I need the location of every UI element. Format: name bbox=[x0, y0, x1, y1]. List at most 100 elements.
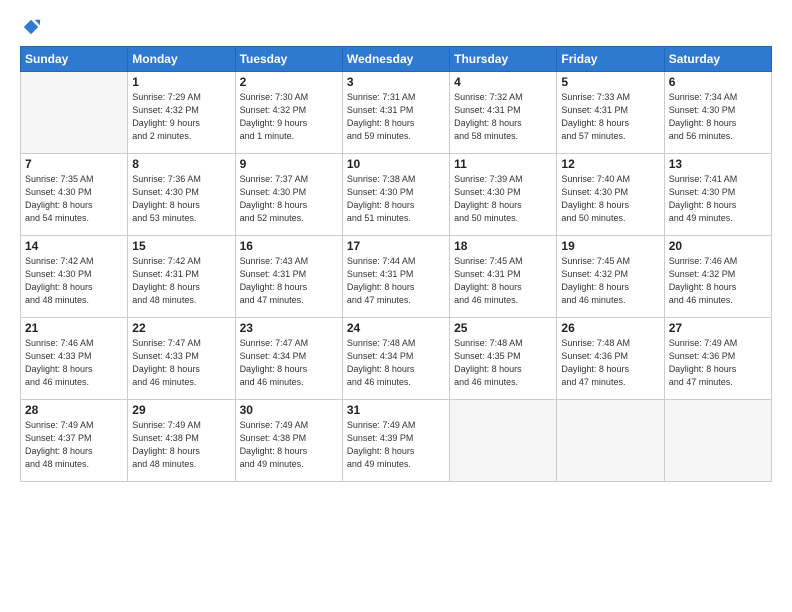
day-number: 15 bbox=[132, 239, 230, 253]
day-info: Sunrise: 7:40 AM Sunset: 4:30 PM Dayligh… bbox=[561, 173, 659, 225]
day-number: 5 bbox=[561, 75, 659, 89]
col-sunday: Sunday bbox=[21, 47, 128, 72]
table-row: 25Sunrise: 7:48 AM Sunset: 4:35 PM Dayli… bbox=[450, 318, 557, 400]
calendar-week-row: 21 Sunrise: 7:46 AM Sunset: 4:33 PM Dayli… bbox=[21, 318, 772, 400]
table-row: 22 Sunrise: 7:47 AM Sunset: 4:33 PM Dayli… bbox=[128, 318, 235, 400]
day-number: 24 bbox=[347, 321, 445, 335]
day-number: 2 bbox=[240, 75, 338, 89]
day-info: Sunrise: 7:47 AM Sunset: 4:33 PM Dayligh… bbox=[132, 337, 230, 389]
calendar-table: Sunday Monday Tuesday Wednesday Thursday… bbox=[20, 46, 772, 482]
table-row: 7 Sunrise: 7:35 AM Sunset: 4:30 PM Daylig… bbox=[21, 154, 128, 236]
day-info: Sunrise: 7:49 AM Sunset: 4:38 PM Dayligh… bbox=[132, 419, 230, 471]
calendar-week-row: 1Sunrise: 7:29 AM Sunset: 4:32 PM Daylig… bbox=[21, 72, 772, 154]
table-row bbox=[450, 400, 557, 482]
table-row: 1Sunrise: 7:29 AM Sunset: 4:32 PM Daylig… bbox=[128, 72, 235, 154]
table-row: 11 Sunrise: 7:39 AM Sunset: 4:30 PM Dayli… bbox=[450, 154, 557, 236]
day-info: Sunrise: 7:48 AM Sunset: 4:35 PM Dayligh… bbox=[454, 337, 552, 389]
day-info: Sunrise: 7:47 AM Sunset: 4:34 PM Dayligh… bbox=[240, 337, 338, 389]
table-row: 2Sunrise: 7:30 AM Sunset: 4:32 PM Daylig… bbox=[235, 72, 342, 154]
day-number: 28 bbox=[25, 403, 123, 417]
day-info: Sunrise: 7:49 AM Sunset: 4:36 PM Dayligh… bbox=[669, 337, 767, 389]
day-number: 17 bbox=[347, 239, 445, 253]
day-number: 30 bbox=[240, 403, 338, 417]
table-row: 16 Sunrise: 7:43 AM Sunset: 4:31 PM Dayli… bbox=[235, 236, 342, 318]
calendar-week-row: 7 Sunrise: 7:35 AM Sunset: 4:30 PM Daylig… bbox=[21, 154, 772, 236]
header bbox=[20, 18, 772, 36]
day-number: 26 bbox=[561, 321, 659, 335]
day-info: Sunrise: 7:49 AM Sunset: 4:39 PM Dayligh… bbox=[347, 419, 445, 471]
day-number: 23 bbox=[240, 321, 338, 335]
table-row: 19 Sunrise: 7:45 AM Sunset: 4:32 PM Dayli… bbox=[557, 236, 664, 318]
col-wednesday: Wednesday bbox=[342, 47, 449, 72]
col-friday: Friday bbox=[557, 47, 664, 72]
table-row bbox=[557, 400, 664, 482]
day-info: Sunrise: 7:44 AM Sunset: 4:31 PM Dayligh… bbox=[347, 255, 445, 307]
day-number: 18 bbox=[454, 239, 552, 253]
table-row: 14 Sunrise: 7:42 AM Sunset: 4:30 PM Dayli… bbox=[21, 236, 128, 318]
col-thursday: Thursday bbox=[450, 47, 557, 72]
day-number: 9 bbox=[240, 157, 338, 171]
table-row: 27 Sunrise: 7:49 AM Sunset: 4:36 PM Dayli… bbox=[664, 318, 771, 400]
day-number: 16 bbox=[240, 239, 338, 253]
day-number: 7 bbox=[25, 157, 123, 171]
day-info: Sunrise: 7:42 AM Sunset: 4:31 PM Dayligh… bbox=[132, 255, 230, 307]
day-number: 14 bbox=[25, 239, 123, 253]
day-number: 11 bbox=[454, 157, 552, 171]
calendar-week-row: 14 Sunrise: 7:42 AM Sunset: 4:30 PM Dayli… bbox=[21, 236, 772, 318]
day-number: 27 bbox=[669, 321, 767, 335]
day-number: 22 bbox=[132, 321, 230, 335]
day-number: 29 bbox=[132, 403, 230, 417]
table-row: 8Sunrise: 7:36 AM Sunset: 4:30 PM Daylig… bbox=[128, 154, 235, 236]
day-info: Sunrise: 7:46 AM Sunset: 4:33 PM Dayligh… bbox=[25, 337, 123, 389]
table-row: 9 Sunrise: 7:37 AM Sunset: 4:30 PM Daylig… bbox=[235, 154, 342, 236]
calendar-week-row: 28 Sunrise: 7:49 AM Sunset: 4:37 PM Dayli… bbox=[21, 400, 772, 482]
day-info: Sunrise: 7:49 AM Sunset: 4:37 PM Dayligh… bbox=[25, 419, 123, 471]
day-info: Sunrise: 7:48 AM Sunset: 4:36 PM Dayligh… bbox=[561, 337, 659, 389]
logo bbox=[20, 18, 40, 36]
day-info: Sunrise: 7:42 AM Sunset: 4:30 PM Dayligh… bbox=[25, 255, 123, 307]
calendar-header-row: Sunday Monday Tuesday Wednesday Thursday… bbox=[21, 47, 772, 72]
day-info: Sunrise: 7:39 AM Sunset: 4:30 PM Dayligh… bbox=[454, 173, 552, 225]
table-row: 5Sunrise: 7:33 AM Sunset: 4:31 PM Daylig… bbox=[557, 72, 664, 154]
day-info: Sunrise: 7:32 AM Sunset: 4:31 PM Dayligh… bbox=[454, 91, 552, 143]
table-row: 17 Sunrise: 7:44 AM Sunset: 4:31 PM Dayli… bbox=[342, 236, 449, 318]
day-info: Sunrise: 7:43 AM Sunset: 4:31 PM Dayligh… bbox=[240, 255, 338, 307]
col-tuesday: Tuesday bbox=[235, 47, 342, 72]
day-number: 6 bbox=[669, 75, 767, 89]
table-row: 12 Sunrise: 7:40 AM Sunset: 4:30 PM Dayli… bbox=[557, 154, 664, 236]
table-row: 21 Sunrise: 7:46 AM Sunset: 4:33 PM Dayli… bbox=[21, 318, 128, 400]
day-number: 31 bbox=[347, 403, 445, 417]
day-info: Sunrise: 7:37 AM Sunset: 4:30 PM Dayligh… bbox=[240, 173, 338, 225]
table-row: 28 Sunrise: 7:49 AM Sunset: 4:37 PM Dayli… bbox=[21, 400, 128, 482]
table-row: 31 Sunrise: 7:49 AM Sunset: 4:39 PM Dayli… bbox=[342, 400, 449, 482]
day-info: Sunrise: 7:46 AM Sunset: 4:32 PM Dayligh… bbox=[669, 255, 767, 307]
day-info: Sunrise: 7:35 AM Sunset: 4:30 PM Dayligh… bbox=[25, 173, 123, 225]
day-number: 20 bbox=[669, 239, 767, 253]
day-info: Sunrise: 7:45 AM Sunset: 4:32 PM Dayligh… bbox=[561, 255, 659, 307]
day-number: 1 bbox=[132, 75, 230, 89]
col-monday: Monday bbox=[128, 47, 235, 72]
day-info: Sunrise: 7:38 AM Sunset: 4:30 PM Dayligh… bbox=[347, 173, 445, 225]
day-number: 8 bbox=[132, 157, 230, 171]
day-number: 19 bbox=[561, 239, 659, 253]
table-row bbox=[664, 400, 771, 482]
table-row: 10 Sunrise: 7:38 AM Sunset: 4:30 PM Dayli… bbox=[342, 154, 449, 236]
table-row bbox=[21, 72, 128, 154]
table-row: 23 Sunrise: 7:47 AM Sunset: 4:34 PM Dayli… bbox=[235, 318, 342, 400]
day-info: Sunrise: 7:45 AM Sunset: 4:31 PM Dayligh… bbox=[454, 255, 552, 307]
table-row: 4Sunrise: 7:32 AM Sunset: 4:31 PM Daylig… bbox=[450, 72, 557, 154]
day-number: 21 bbox=[25, 321, 123, 335]
day-number: 3 bbox=[347, 75, 445, 89]
day-info: Sunrise: 7:49 AM Sunset: 4:38 PM Dayligh… bbox=[240, 419, 338, 471]
day-number: 10 bbox=[347, 157, 445, 171]
table-row: 15 Sunrise: 7:42 AM Sunset: 4:31 PM Dayli… bbox=[128, 236, 235, 318]
day-info: Sunrise: 7:34 AM Sunset: 4:30 PM Dayligh… bbox=[669, 91, 767, 143]
table-row: 20 Sunrise: 7:46 AM Sunset: 4:32 PM Dayli… bbox=[664, 236, 771, 318]
table-row: 18 Sunrise: 7:45 AM Sunset: 4:31 PM Dayli… bbox=[450, 236, 557, 318]
day-info: Sunrise: 7:41 AM Sunset: 4:30 PM Dayligh… bbox=[669, 173, 767, 225]
table-row: 24Sunrise: 7:48 AM Sunset: 4:34 PM Dayli… bbox=[342, 318, 449, 400]
table-row: 6 Sunrise: 7:34 AM Sunset: 4:30 PM Daylig… bbox=[664, 72, 771, 154]
day-number: 12 bbox=[561, 157, 659, 171]
col-saturday: Saturday bbox=[664, 47, 771, 72]
table-row: 30 Sunrise: 7:49 AM Sunset: 4:38 PM Dayli… bbox=[235, 400, 342, 482]
